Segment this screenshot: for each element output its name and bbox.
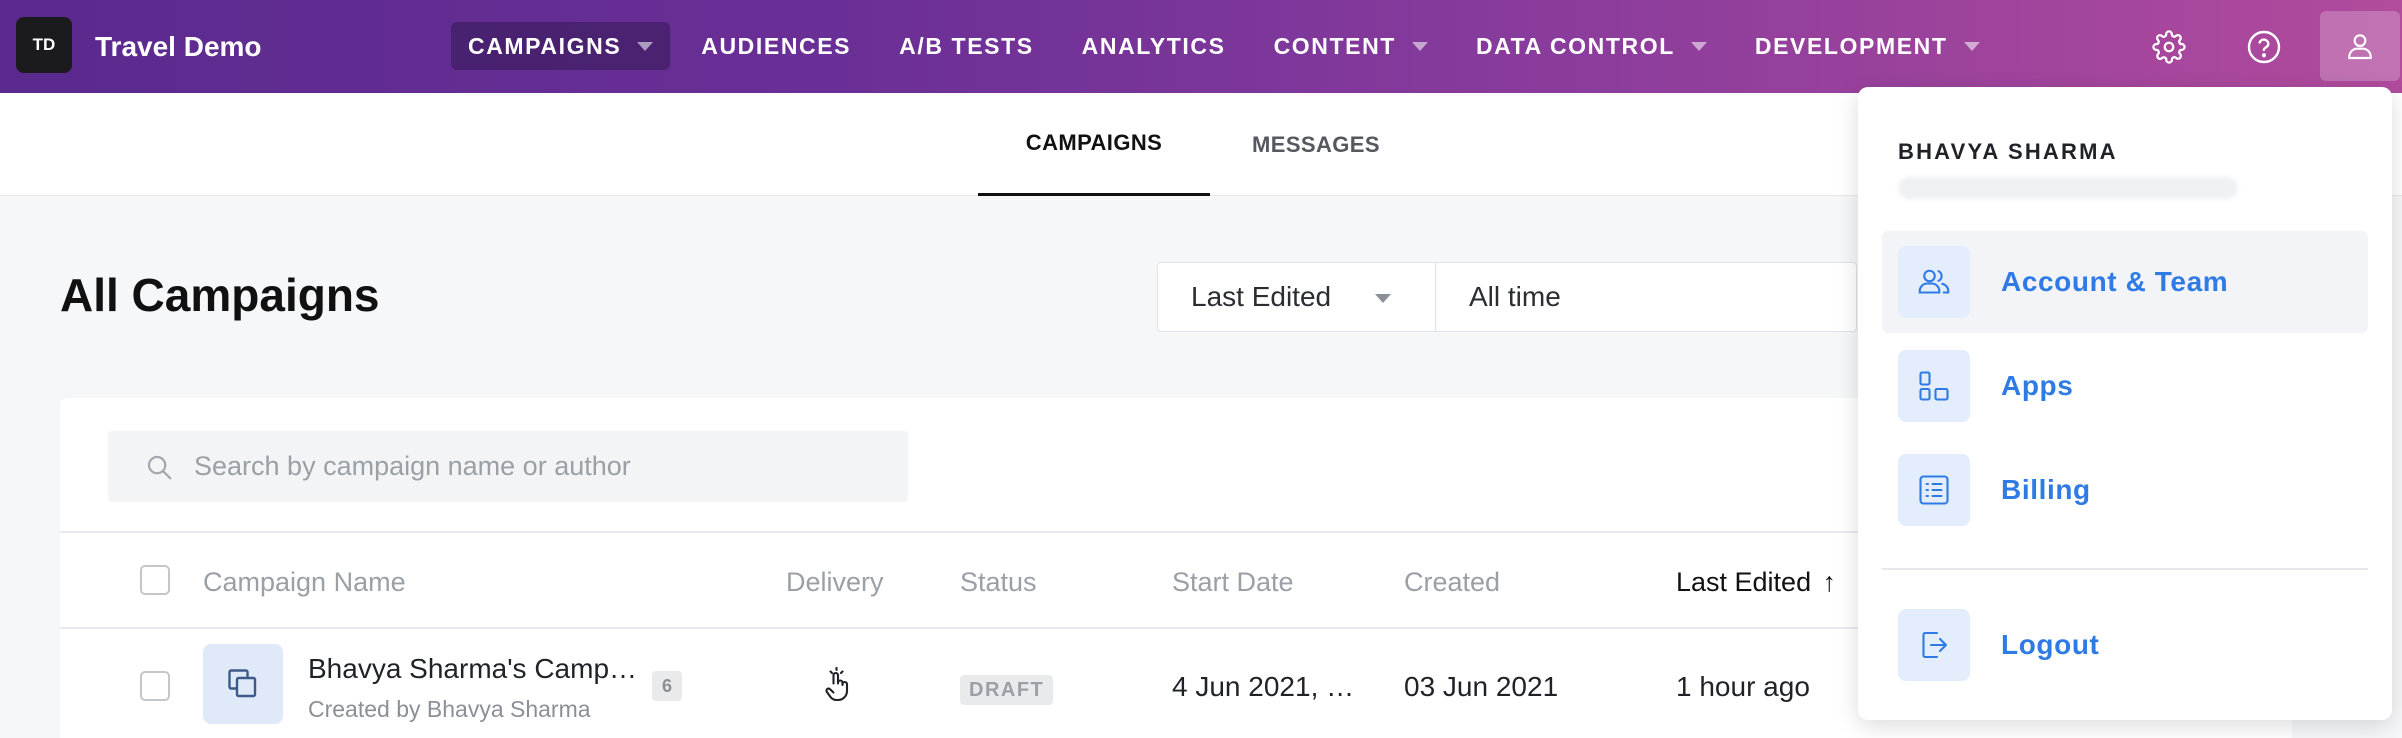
- profile-button[interactable]: [2320, 11, 2400, 81]
- nav-item-development[interactable]: DEVELOPMENT: [1738, 22, 1997, 70]
- nav-item-label: A/B TESTS: [899, 32, 1034, 59]
- campaign-author: Created by Bhavya Sharma: [308, 696, 591, 722]
- column-header-delivery[interactable]: Delivery: [786, 567, 884, 598]
- menu-item-billing[interactable]: Billing: [1882, 439, 2368, 541]
- menu-item-label: Logout: [2001, 629, 2100, 660]
- profile-dropdown-menu: BHAVYA SHARMA Account & Team Apps Billin…: [1858, 87, 2392, 720]
- menu-divider: [1882, 568, 2368, 570]
- gear-icon: [2152, 30, 2186, 64]
- menu-item-label: Apps: [2001, 370, 2074, 401]
- nav-item-campaigns[interactable]: CAMPAIGNS: [451, 22, 671, 70]
- menu-item-logout[interactable]: Logout: [1882, 594, 2368, 696]
- app-logo[interactable]: TD: [16, 17, 72, 73]
- main-nav: CAMPAIGNS AUDIENCES A/B TESTS ANALYTICS …: [451, 22, 2011, 70]
- start-date-cell: 4 Jun 2021, …: [1172, 671, 1355, 702]
- arrow-up-icon: ↑: [1822, 567, 1837, 597]
- copy-icon: [228, 669, 257, 698]
- date-filter: Last Edited All time: [1157, 262, 1857, 332]
- status-badge: DRAFT: [960, 675, 1054, 705]
- tab-campaigns[interactable]: CAMPAIGNS: [978, 93, 1210, 196]
- created-cell: 03 Jun 2021: [1404, 671, 1559, 702]
- column-header-last-edited[interactable]: Last Edited ↑: [1676, 567, 1836, 598]
- menu-item-account-team[interactable]: Account & Team: [1882, 231, 2368, 333]
- settings-button[interactable]: [2138, 16, 2200, 78]
- column-header-label: Last Edited: [1676, 567, 1812, 597]
- users-icon: [1898, 246, 1970, 318]
- nav-item-audiences[interactable]: AUDIENCES: [684, 22, 868, 70]
- nav-item-analytics[interactable]: ANALYTICS: [1065, 22, 1243, 70]
- column-header-campaign-name[interactable]: Campaign Name: [203, 567, 406, 598]
- last-edited-cell: 1 hour ago: [1676, 671, 1810, 702]
- tab-label: CAMPAIGNS: [1025, 130, 1163, 155]
- logout-icon: [1898, 609, 1970, 681]
- nav-item-label: CAMPAIGNS: [468, 32, 622, 59]
- campaign-name[interactable]: Bhavya Sharma's Camp…: [308, 653, 637, 685]
- search-icon: [147, 455, 172, 479]
- menu-item-apps[interactable]: Apps: [1882, 335, 2368, 437]
- chevron-down-icon: [1963, 41, 1980, 51]
- nav-item-content[interactable]: CONTENT: [1257, 22, 1445, 70]
- user-name: BHAVYA SHARMA: [1898, 139, 2118, 164]
- menu-item-label: Billing: [2001, 474, 2091, 505]
- nav-item-data-control[interactable]: DATA CONTROL: [1459, 22, 1724, 70]
- nav-item-label: DEVELOPMENT: [1754, 32, 1948, 59]
- top-nav-bar: TD Travel Demo CAMPAIGNS AUDIENCES A/B T…: [0, 0, 2402, 93]
- column-header-created[interactable]: Created: [1404, 567, 1500, 598]
- nav-item-label: AUDIENCES: [701, 32, 852, 59]
- nav-item-ab-tests[interactable]: A/B TESTS: [882, 22, 1051, 70]
- sort-field-select[interactable]: Last Edited: [1158, 263, 1436, 331]
- tap-icon: [825, 666, 849, 702]
- billing-icon: [1898, 454, 1970, 526]
- apps-icon: [1898, 350, 1970, 422]
- select-all-checkbox[interactable]: [140, 565, 170, 595]
- campaign-thumbnail: [203, 644, 283, 724]
- user-email-redacted: [1898, 177, 2238, 199]
- app-title[interactable]: Travel Demo: [95, 31, 262, 63]
- date-range-select[interactable]: All time: [1436, 263, 1856, 331]
- message-count-badge: 6: [652, 671, 682, 701]
- page-title: All Campaigns: [60, 269, 380, 321]
- search-placeholder: Search by campaign name or author: [194, 451, 631, 481]
- chevron-down-icon: [1411, 41, 1428, 51]
- search-input[interactable]: Search by campaign name or author: [108, 431, 908, 502]
- nav-item-label: ANALYTICS: [1081, 32, 1226, 59]
- row-checkbox[interactable]: [140, 671, 170, 701]
- nav-item-label: DATA CONTROL: [1475, 32, 1675, 59]
- help-button[interactable]: [2233, 16, 2295, 78]
- chevron-down-icon: [637, 41, 654, 51]
- sort-field-value: Last Edited: [1191, 281, 1332, 312]
- column-header-status[interactable]: Status: [960, 567, 1037, 598]
- user-icon: [2348, 34, 2372, 60]
- date-range-value: All time: [1469, 281, 1561, 312]
- chevron-down-icon: [1375, 294, 1391, 303]
- chevron-down-icon: [1690, 41, 1707, 51]
- column-header-start-date[interactable]: Start Date: [1172, 567, 1294, 598]
- menu-item-label: Account & Team: [2001, 266, 2229, 297]
- nav-item-label: CONTENT: [1273, 32, 1396, 59]
- tab-label: MESSAGES: [1252, 131, 1380, 157]
- help-icon: [2247, 30, 2281, 64]
- tab-messages[interactable]: MESSAGES: [1210, 93, 1422, 196]
- delivery-cell: [823, 666, 853, 708]
